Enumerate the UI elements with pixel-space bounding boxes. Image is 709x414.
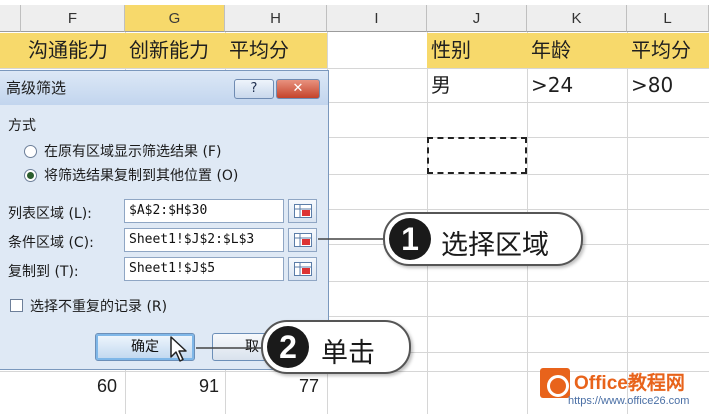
callout-select-range: 1 选择区域 <box>383 212 583 266</box>
watermark-title: Office教程网 <box>574 373 685 394</box>
callout-click: 2 单击 <box>261 320 411 374</box>
callout-number-2: 2 <box>267 326 309 368</box>
watermark-url: https://www.office26.com <box>568 395 690 407</box>
callout-text-select-range: 选择区域 <box>441 230 549 261</box>
office-logo-icon <box>540 368 570 398</box>
callout-number-1: 1 <box>389 218 431 260</box>
callout-text-click: 单击 <box>321 338 375 369</box>
